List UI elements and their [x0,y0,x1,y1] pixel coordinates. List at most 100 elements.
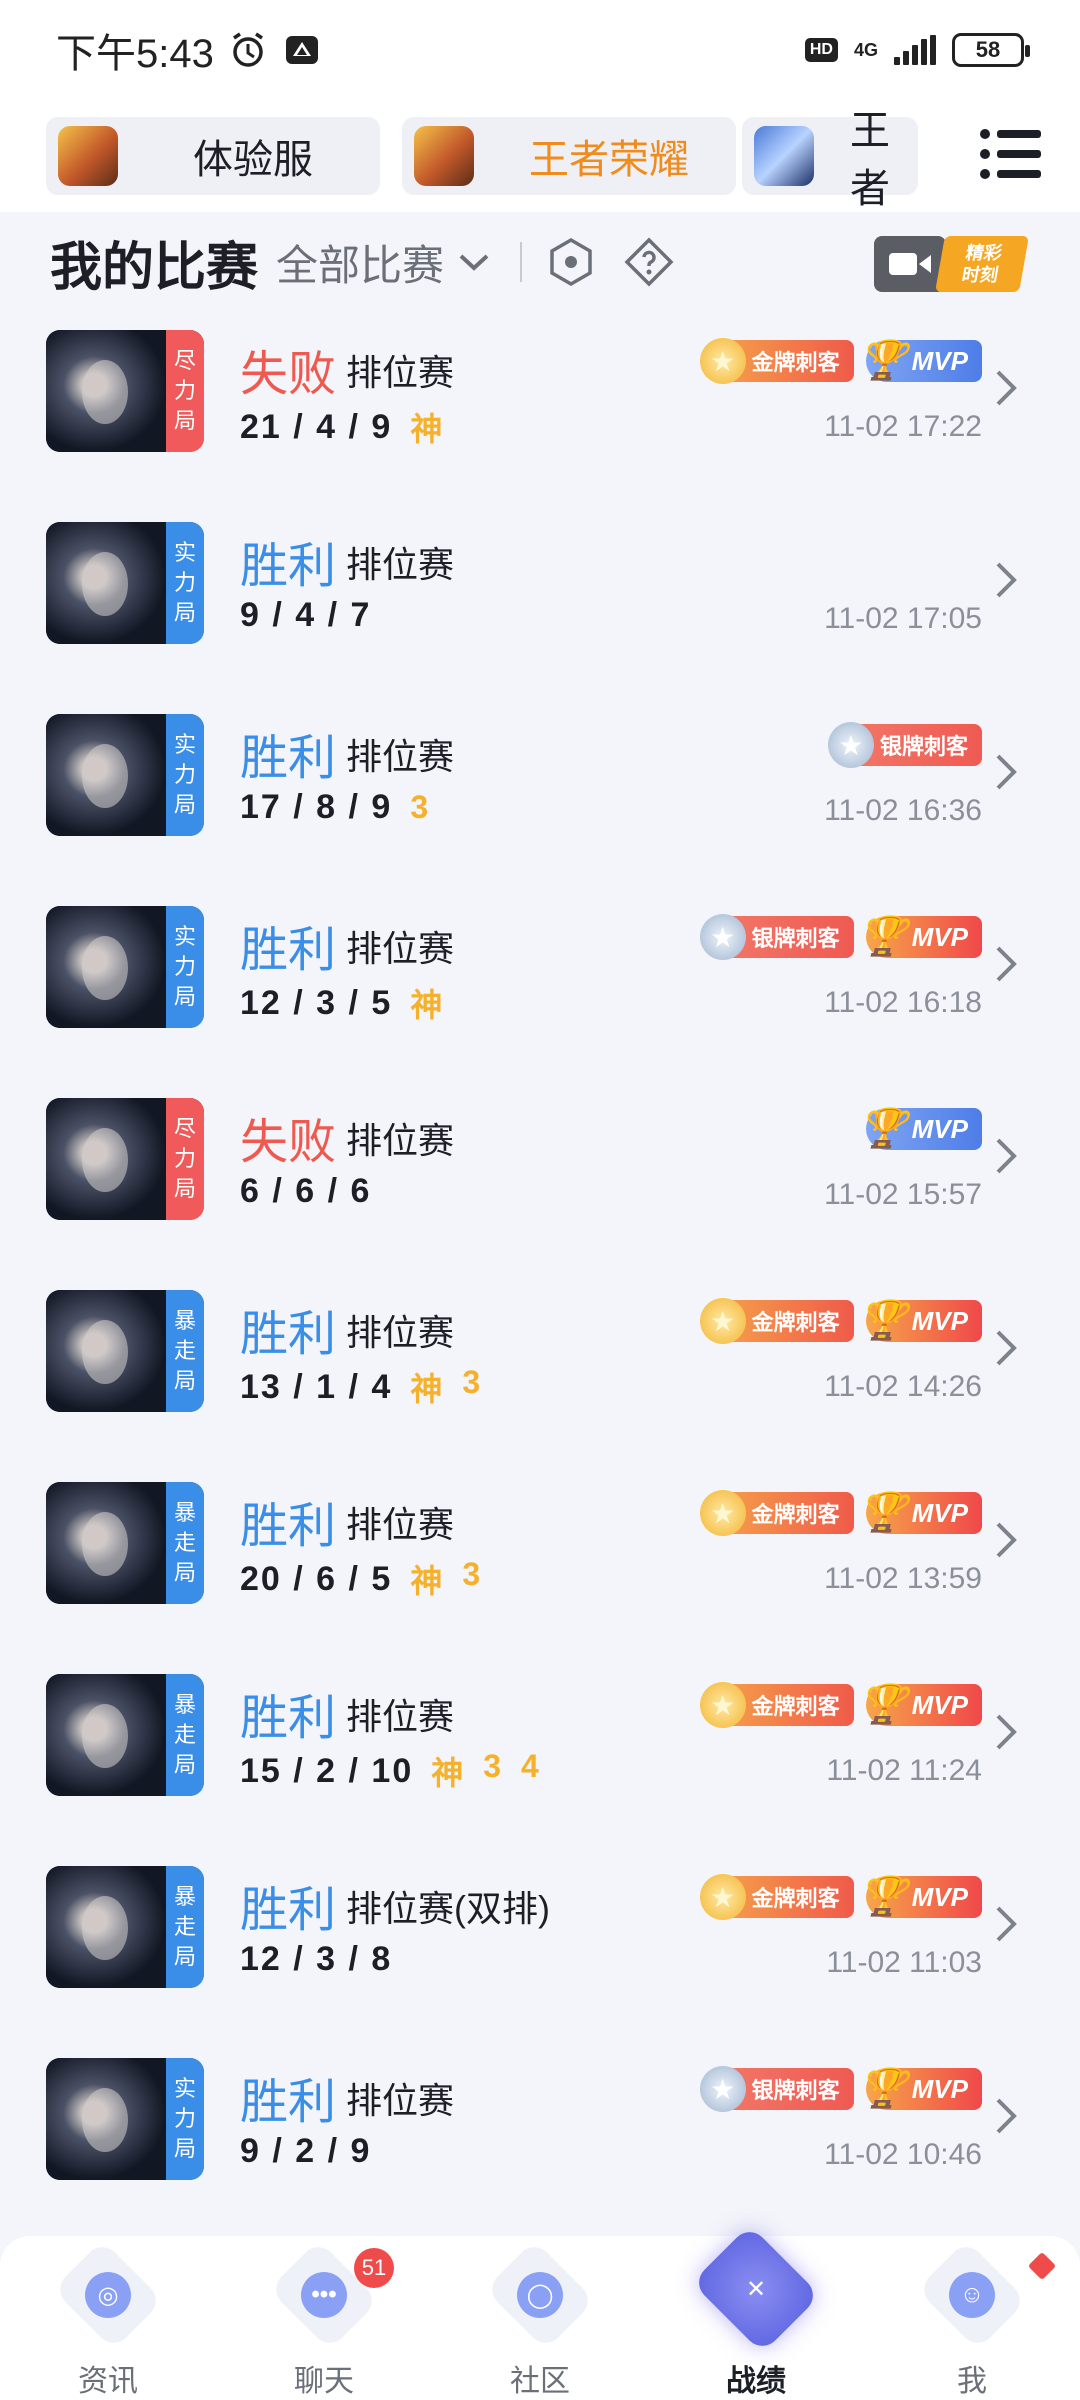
gold-star-icon: ★ [699,1490,746,1536]
performance-badge: 尽力局 [166,330,204,452]
chevron-right-icon [996,2098,1017,2134]
match-mode: 排位赛 [346,736,455,777]
badge-char: 力 [173,2106,196,2131]
medal-label: 金牌刺客 [751,1886,840,1911]
chevron-right-icon [996,754,1017,790]
performance-badge: 实力局 [166,522,204,644]
chat-icon: ••• [301,2272,347,2318]
match-row[interactable]: 尽力局 失败 排位赛 21 / 4 / 9 神 ★ 金牌刺客 🏆 MVP 11-… [0,312,1080,504]
performance-badge: 实力局 [166,2058,204,2180]
silver-star-icon: ★ [699,914,746,960]
nav-label: 我 [957,2365,987,2398]
game-tab-label: 体验服 [193,138,313,182]
achievement-tag: 神 [431,1755,466,1791]
performance-badge: 实力局 [166,906,204,1028]
match-filter-dropdown[interactable]: 全部比赛 [276,232,490,293]
game-icon-hero-blue [754,126,814,186]
achievement-tag: 3 [462,1556,483,1592]
match-result: 胜利 [240,1884,337,1937]
badge-char: 尽 [173,348,196,373]
medal-label: 银牌刺客 [751,2078,840,2103]
medal-silver: ★ 银牌刺客 [699,2066,854,2112]
kda-score: 12 / 3 / 5 [240,983,393,1022]
game-tab-trial[interactable]: 体验服 [46,117,380,195]
match-time: 11-02 11:03 [826,1946,982,1979]
badge-char: 力 [173,762,196,787]
achievement-tag: 神 [410,1371,445,1407]
nav-item-community[interactable]: ◯ 社区 [432,2236,648,2400]
badge-char: 走 [173,1338,196,1363]
match-row[interactable]: 暴走局 胜利 排位赛 20 / 6 / 5 神3 ★ 金牌刺客 🏆 MVP 11… [0,1464,1080,1656]
badge-char: 局 [173,792,196,817]
medal-label: 银牌刺客 [751,926,840,951]
match-row[interactable]: 实力局 胜利 排位赛 9 / 2 / 9 ★ 银牌刺客 🏆 MVP 11-02 … [0,2040,1080,2232]
nav-item-news[interactable]: ◎ 资讯 [0,2236,216,2400]
match-mode: 排位赛 [346,544,455,585]
medal-gold: ★ 金牌刺客 [699,1298,854,1344]
hero-avatar: 暴走局 [46,1482,204,1604]
kda-score: 9 / 2 / 9 [240,2132,372,2170]
medal-label: MVP [911,1113,968,1144]
match-row[interactable]: 实力局 胜利 排位赛 12 / 3 / 5 神 ★ 银牌刺客 🏆 MVP 11-… [0,888,1080,1080]
medal-mvp-gold: 🏆 MVP [859,2068,982,2110]
hero-avatar: 实力局 [46,522,204,644]
video-camera-icon [874,236,946,292]
highlight-moments-button[interactable]: 精彩 时刻 [874,236,1029,292]
network-type: 4G [853,40,878,60]
status-bar: 下午5:43 HD 4G 58 [0,0,1080,100]
badge-char: 走 [173,1914,196,1939]
trophy-icon: 🏆 [859,1876,907,1918]
menu-button[interactable] [970,114,1050,194]
battery-indicator: 58 [952,33,1030,67]
highlight-label-bottom: 时刻 [960,265,1000,285]
medal-label: 金牌刺客 [751,1694,840,1719]
match-time: 11-02 17:22 [824,410,982,443]
medal-mvp-gold: 🏆 MVP [859,1876,982,1918]
match-row[interactable]: 暴走局 胜利 排位赛(双排) 12 / 3 / 8 ★ 金牌刺客 🏆 MVP 1… [0,1848,1080,2040]
nav-item-chat[interactable]: ••• 聊天 51 [216,2236,432,2400]
list-menu-icon [980,129,1041,179]
badge-char: 局 [173,1176,196,1201]
medal-label: 金牌刺客 [751,1502,840,1527]
medal-gold: ★ 金牌刺客 [699,338,854,384]
chevron-right-icon [996,1138,1017,1174]
achievement-tag: 神 [410,1563,445,1599]
medal-label: 金牌刺客 [751,1310,840,1335]
game-tab-third[interactable]: 王者 [742,109,918,206]
nav-item-profile[interactable]: ☺ 我 [864,2236,1080,2400]
hexagon-settings-icon[interactable] [546,237,596,287]
alarm-icon [232,32,263,67]
performance-badge: 暴走局 [166,1674,204,1796]
match-mode: 排位赛(双排) [346,1888,550,1929]
game-tab-honor-of-kings[interactable]: 王者荣耀 [402,117,736,195]
medal-list: ★ 金牌刺客 🏆 MVP [699,1874,982,1926]
chevron-right-icon [996,562,1017,598]
medal-mvp-blue: 🏆 MVP [859,1108,982,1150]
match-row[interactable]: 实力局 胜利 排位赛 17 / 8 / 9 3 ★ 银牌刺客 11-02 16:… [0,696,1080,888]
match-result: 胜利 [240,1308,337,1361]
match-time: 11-02 16:36 [824,794,982,827]
game-switcher: 体验服 王者荣耀 王者 [0,100,1080,212]
match-row[interactable]: 暴走局 胜利 排位赛 15 / 2 / 10 神34 ★ 金牌刺客 🏆 MVP … [0,1656,1080,1848]
match-mode: 排位赛 [346,352,455,393]
medal-list: ★ 银牌刺客 🏆 MVP [699,914,982,966]
kda-score: 20 / 6 / 5 [240,1559,393,1598]
hero-avatar: 暴走局 [46,1674,204,1796]
badge-char: 暴 [173,1692,196,1717]
game-tab-label: 王者荣耀 [529,138,689,182]
help-icon[interactable] [624,237,674,287]
trophy-icon: 🏆 [859,1684,907,1726]
bottom-navigation: ◎ 资讯 ••• 聊天 51 ◯ 社区 ✕ 战绩 ☺ 我 [0,2224,1080,2400]
silver-star-icon: ★ [699,2066,746,2112]
performance-badge: 暴走局 [166,1290,204,1412]
match-mode: 排位赛 [346,1120,455,1161]
app-notification-icon [285,36,318,64]
match-row[interactable]: 尽力局 失败 排位赛 6 / 6 / 6 🏆 MVP 11-02 15:57 [0,1080,1080,1272]
nav-item-battle-record[interactable]: ✕ 战绩 [648,2224,864,2400]
medal-label: MVP [911,345,968,376]
match-row[interactable]: 实力局 胜利 排位赛 9 / 4 / 7 11-02 17:05 [0,504,1080,696]
match-row[interactable]: 暴走局 胜利 排位赛 13 / 1 / 4 神3 ★ 金牌刺客 🏆 MVP 11… [0,1272,1080,1464]
badge-char: 局 [173,984,196,1009]
badge-char: 力 [173,570,196,595]
medal-list: ★ 银牌刺客 [827,722,982,774]
